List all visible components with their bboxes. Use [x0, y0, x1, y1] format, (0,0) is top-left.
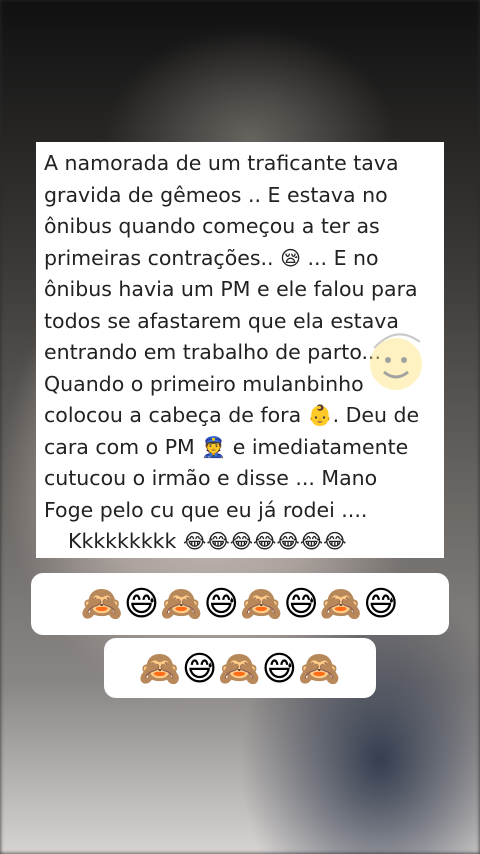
text-line: cutucou o irmão e disse ... Mano [44, 466, 378, 490]
emoji-banner-bottom: 🙈😅🙈😅🙈 [104, 638, 376, 698]
text-segment: . Deu de [332, 403, 420, 427]
text-line: Kkkkkkkkk 😂😂😂😂😂😂😂 [44, 526, 438, 558]
police-officer-emoji: 👮 [201, 434, 227, 459]
text-line: colocou a cabeça de fora 👶. Deu de [44, 400, 438, 432]
monkey-sweat-emoji-row: 🙈😅🙈😅🙈😅🙈😅 [80, 584, 400, 624]
bruno-gramacho-watermark-logo [370, 333, 422, 390]
text-segment: cara com o PM [44, 434, 195, 459]
text-line: A namorada de um traficante tava [44, 151, 399, 175]
text-line: gravida de gêmeos .. E estava no [44, 182, 388, 207]
laugh-text: Kkkkkkkkk [68, 529, 177, 553]
text-segment: colocou a cabeça de fora [44, 403, 302, 427]
text-line: Foge pelo cu que eu já rodei .... [44, 497, 368, 522]
text-line: ônibus havia um PM e ele falou para [44, 277, 418, 301]
text-segment: primeiras contrações.. [44, 245, 274, 270]
sleepy-face-emoji: 😪 [280, 245, 301, 270]
text-line: ônibus quando começou a ter as [44, 214, 380, 238]
text-segment: ... E no [307, 245, 379, 270]
emoji-banner-top: 🙈😅🙈😅🙈😅🙈😅 [31, 573, 449, 635]
tears-of-joy-emoji-row: 😂😂😂😂😂😂😂 [182, 529, 347, 553]
baby-emoji: 👶 [307, 403, 333, 427]
monkey-sweat-emoji-row: 🙈😅🙈😅🙈 [138, 649, 342, 689]
text-line: cara com o PM 👮 e imediatamente [44, 432, 438, 464]
text-line: primeiras contrações.. 😪 ... E no [44, 243, 438, 275]
text-segment: e imediatamente [232, 434, 409, 459]
